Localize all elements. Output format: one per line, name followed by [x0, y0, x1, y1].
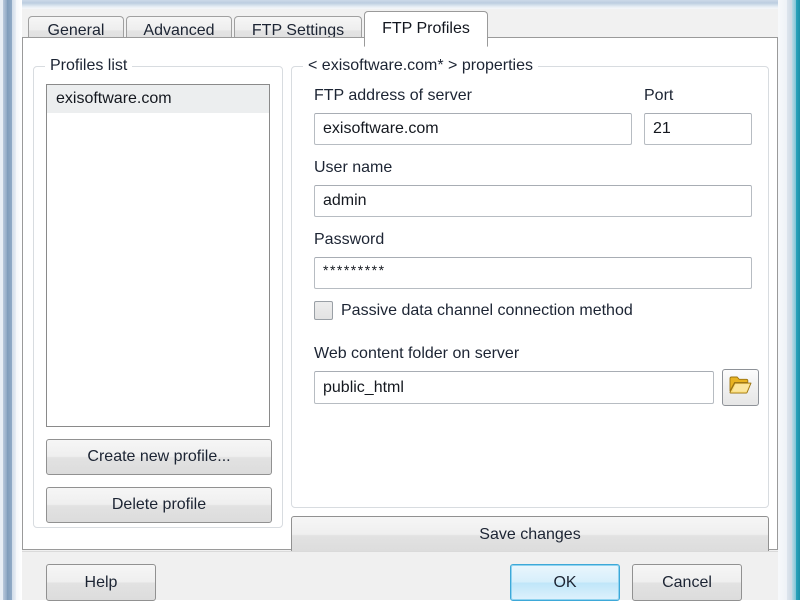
- ok-label: OK: [553, 574, 576, 592]
- window-frame-left: [0, 0, 22, 600]
- profile-properties-caption: < exisoftware.com* > properties: [303, 57, 538, 75]
- cancel-label: Cancel: [662, 574, 712, 592]
- help-button[interactable]: Help: [46, 564, 156, 601]
- port-input[interactable]: 21: [644, 113, 752, 145]
- dialog-footer: Help OK Cancel: [22, 551, 778, 600]
- ok-button[interactable]: OK: [510, 564, 620, 601]
- port-label: Port: [644, 87, 673, 105]
- ftp-address-input[interactable]: exisoftware.com: [314, 113, 632, 145]
- password-label: Password: [314, 231, 384, 249]
- save-changes-label: Save changes: [479, 526, 580, 544]
- passive-mode-label: Passive data channel connection method: [341, 302, 633, 320]
- profiles-list-group: Profiles list exisoftware.com Create new…: [33, 66, 283, 528]
- password-input[interactable]: *********: [314, 257, 752, 289]
- save-changes-button[interactable]: Save changes: [291, 516, 769, 554]
- profiles-listbox[interactable]: exisoftware.com: [46, 84, 270, 427]
- window-frame-top: [0, 0, 800, 9]
- create-new-profile-button[interactable]: Create new profile...: [46, 439, 272, 475]
- web-folder-input[interactable]: public_html: [314, 371, 714, 404]
- user-name-input[interactable]: admin: [314, 185, 752, 217]
- web-folder-label: Web content folder on server: [314, 345, 519, 363]
- tab-ftp-profiles-label: FTP Profiles: [382, 20, 470, 38]
- list-item[interactable]: exisoftware.com: [47, 85, 269, 113]
- browse-folder-button[interactable]: [722, 369, 759, 406]
- delete-profile-button[interactable]: Delete profile: [46, 487, 272, 523]
- profile-properties-group: < exisoftware.com* > properties FTP addr…: [291, 66, 769, 508]
- passive-mode-checkbox[interactable]: [314, 301, 333, 320]
- folder-open-icon: [729, 375, 752, 400]
- ftp-address-label: FTP address of server: [314, 87, 472, 105]
- passive-mode-row[interactable]: Passive data channel connection method: [314, 301, 633, 320]
- cancel-button[interactable]: Cancel: [632, 564, 742, 601]
- tab-page-ftp-profiles: Profiles list exisoftware.com Create new…: [22, 37, 778, 550]
- footer-divider: [22, 551, 778, 552]
- user-name-label: User name: [314, 159, 392, 177]
- help-label: Help: [85, 574, 118, 592]
- window-frame-right: [778, 0, 800, 600]
- tab-ftp-profiles[interactable]: FTP Profiles: [364, 11, 488, 47]
- create-new-profile-label: Create new profile...: [87, 448, 230, 466]
- dialog-window: General Advanced FTP Settings FTP Profil…: [0, 0, 800, 600]
- delete-profile-label: Delete profile: [112, 496, 206, 514]
- profiles-list-caption: Profiles list: [45, 57, 132, 75]
